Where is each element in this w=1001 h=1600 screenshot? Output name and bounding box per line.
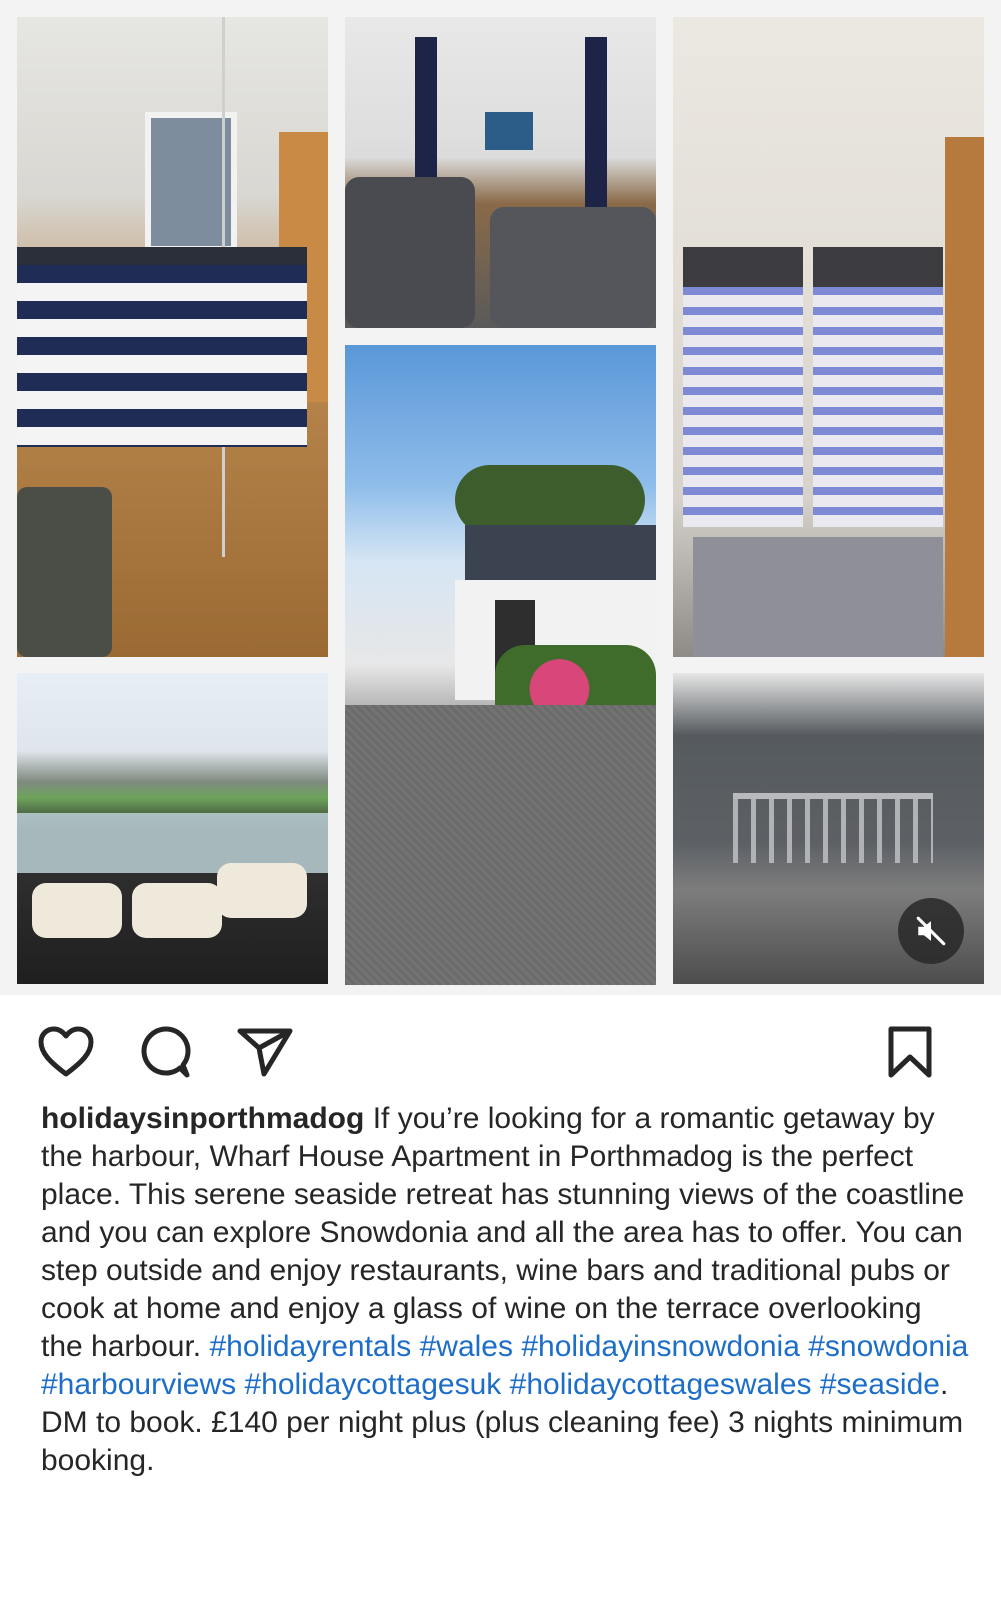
grey-sofa (490, 207, 656, 328)
striped-double-bed (17, 247, 307, 447)
photo-living-room (345, 17, 656, 328)
bag (17, 487, 112, 657)
hashtag[interactable]: #snowdonia (808, 1330, 968, 1363)
bedroom-door (945, 137, 984, 657)
twin-bed (683, 247, 803, 527)
post-actions (0, 1010, 1001, 1085)
caption-text: If you’re looking for a romantic getaway… (41, 1102, 965, 1363)
photo-harbour-balcony (17, 673, 328, 984)
comment-icon[interactable] (134, 1022, 194, 1082)
hashtag[interactable]: #holidayrentals (209, 1330, 411, 1363)
post-username[interactable]: holidaysinporthmadog (41, 1102, 364, 1135)
hashtag[interactable]: #holidaycottageswales (510, 1368, 812, 1401)
hashtag[interactable]: #seaside (820, 1368, 940, 1401)
slate-roof (465, 525, 656, 585)
hashtag[interactable]: #holidaycottagesuk (244, 1368, 501, 1401)
photo-collage[interactable] (0, 0, 1001, 995)
photo-terrace (673, 673, 984, 984)
curtain (585, 37, 607, 207)
grey-sofa (345, 177, 475, 328)
hashtag[interactable]: #wales (420, 1330, 513, 1363)
twin-bed (813, 247, 943, 527)
stool (32, 883, 122, 938)
terrace-railing (733, 793, 933, 863)
photo-courtyard (345, 345, 656, 985)
bookmark-icon[interactable] (880, 1022, 940, 1082)
heart-icon[interactable] (36, 1022, 96, 1082)
photo-double-bedroom (17, 17, 328, 657)
stool (217, 863, 307, 918)
hashtag[interactable]: #holidayinsnowdonia (521, 1330, 800, 1363)
rug (693, 537, 943, 657)
television (485, 112, 533, 150)
post-caption: holidaysinporthmadog If you’re looking f… (41, 1100, 971, 1480)
stool (132, 883, 222, 938)
tarmac-path (345, 705, 656, 985)
hashtag[interactable]: #harbourviews (41, 1368, 236, 1401)
photo-twin-bedroom (673, 17, 984, 657)
share-icon[interactable] (235, 1022, 295, 1082)
speaker-muted-icon[interactable] (898, 898, 964, 964)
